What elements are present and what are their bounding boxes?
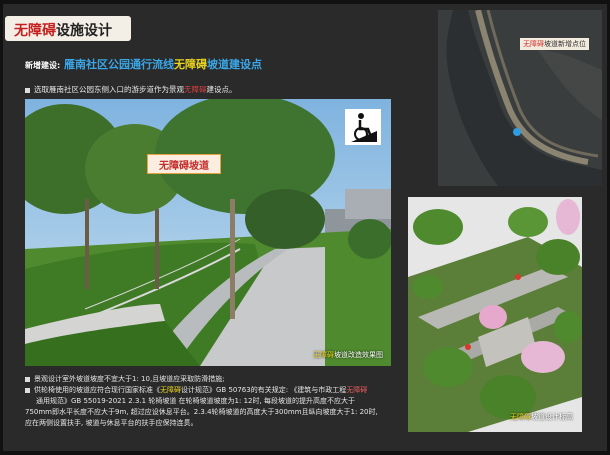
ramp-sign-text: 无障碍坡道 xyxy=(159,161,209,172)
note-slope: 景观设计室外坡道坡度不宜大于1: 10,且坡道应采取防滑措施; xyxy=(25,374,405,385)
bullet-square-icon xyxy=(25,87,30,93)
note-line3: 通用规范》GB 55019-2021 2.3.1 轮椅坡道 在轮椅坡道坡度为1:… xyxy=(36,397,355,405)
photo-caption-rest: 坡道改造效果图 xyxy=(334,351,383,359)
bullet-square-icon xyxy=(25,387,30,393)
subhead-part1: 雁南社区公园通行流线 xyxy=(64,58,175,71)
subhead-part3: 坡道建设点 xyxy=(207,58,263,71)
map-label: 无障碍坡道新增点位 xyxy=(520,38,589,50)
wheelchair-ramp-icon xyxy=(345,109,381,145)
photo-caption: 无障碍坡道改造效果图 xyxy=(313,350,383,360)
note-standard-a: 供轮椅使用的坡道应符合现行国家标准《 xyxy=(34,386,160,394)
note-line5: 应在两侧设置扶手, 坡道与休息平台的扶手应保持连贯。 xyxy=(25,419,198,427)
intro-pre: 选取雁南社区公园东侧入口的游步道作为景观 xyxy=(34,85,184,94)
ramp-rendering-image: 无障碍坡道 无障碍坡道改造效果图 xyxy=(25,99,391,366)
intro-bullet: 选取雁南社区公园东侧入口的游步道作为景观无障碍建设点。 xyxy=(25,84,237,95)
ramp-elevation-image: 无障碍坡道设计标高 xyxy=(408,197,582,432)
title-highlight: 无障碍 xyxy=(14,23,56,39)
iso-caption-highlight: 无障碍 xyxy=(510,413,531,421)
title-bar: 无障碍设施设计 xyxy=(5,16,131,41)
title-rest: 设施设计 xyxy=(56,23,112,39)
slide: 无障碍设施设计 新增建设: 雁南社区公园通行流线无障碍坡道建设点 选取雁南社区公… xyxy=(3,4,607,451)
site-map-image: 无障碍坡道新增点位 xyxy=(438,10,602,186)
intro-post: 建设点。 xyxy=(206,85,237,94)
note-standard-term: 无障碍 xyxy=(160,386,181,394)
photo-caption-highlight: 无障碍 xyxy=(313,351,334,359)
subhead-label: 新增建设: xyxy=(25,61,61,70)
bullet-square-icon xyxy=(25,376,30,382)
map-label-rest: 坡道新增点位 xyxy=(544,40,586,48)
note-slope-text: 景观设计室外坡道坡度不宜大于1: 10,且坡道应采取防滑措施; xyxy=(34,375,225,383)
page-title: 无障碍设施设计 xyxy=(14,20,112,40)
iso-caption-rest: 坡道设计标高 xyxy=(531,413,573,421)
design-notes: 景观设计室外坡道坡度不宜大于1: 10,且坡道应采取防滑措施; 供轮椅使用的坡道… xyxy=(25,374,405,429)
ramp-sign: 无障碍坡道 xyxy=(147,154,221,174)
subhead-part2: 无障碍 xyxy=(174,58,208,71)
intro-highlight: 无障碍 xyxy=(184,85,207,94)
section-subheading: 新增建设: 雁南社区公园通行流线无障碍坡道建设点 xyxy=(25,56,262,72)
map-label-highlight: 无障碍 xyxy=(523,40,544,48)
note-standard-b: 设计规范》GB 50763的有关规定: 《建筑与市政工程 xyxy=(181,386,347,394)
note-line4: 750mm即水平长度不应大于9m, 超过应设休息平台。2.3.4轮椅坡道的高度大… xyxy=(25,408,378,416)
iso-caption: 无障碍坡道设计标高 xyxy=(510,412,573,422)
note-standard-highlight: 无障碍 xyxy=(346,386,368,394)
note-standard: 供轮椅使用的坡道应符合现行国家标准《无障碍设计规范》GB 50763的有关规定:… xyxy=(25,385,405,396)
